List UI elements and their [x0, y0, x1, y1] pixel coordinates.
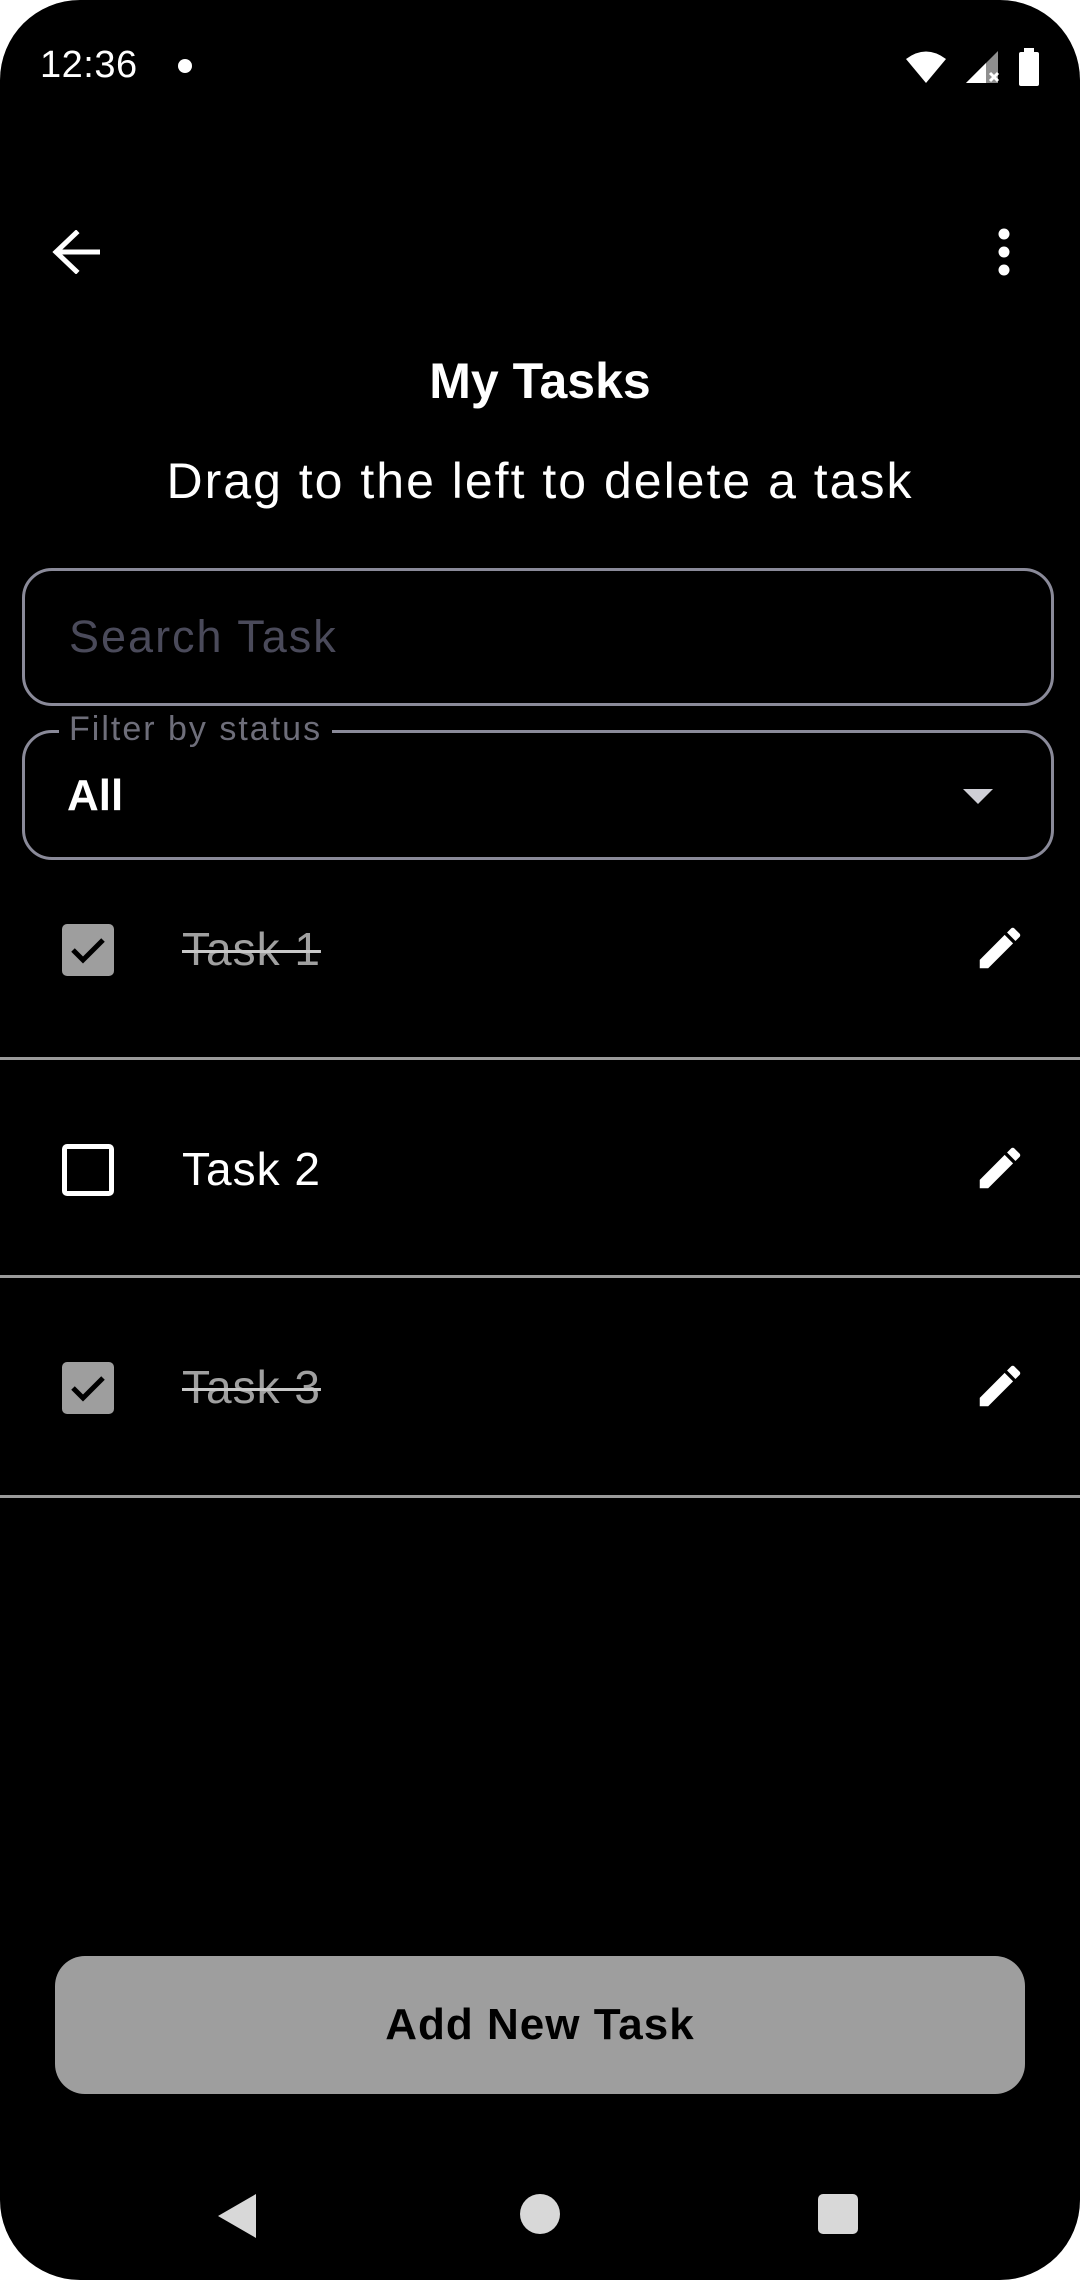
task-row[interactable]: Task 3 — [0, 1280, 1080, 1498]
more-vert-icon — [998, 228, 1010, 276]
battery-icon — [1019, 48, 1039, 86]
task-row[interactable]: Task 1 — [0, 842, 1080, 1060]
edit-task-button[interactable] — [964, 1350, 1036, 1422]
task-checkbox[interactable] — [62, 1362, 114, 1414]
task-label: Task 2 — [182, 1143, 321, 1195]
page-title: My Tasks — [429, 353, 651, 409]
search-input[interactable] — [67, 610, 1011, 664]
pencil-icon — [979, 1365, 1021, 1407]
system-nav-bar — [0, 2176, 1080, 2252]
nav-home-icon[interactable] — [520, 2194, 560, 2234]
status-filter-dropdown[interactable]: Filter by status All — [22, 709, 1054, 860]
dropdown-arrow-icon — [963, 789, 993, 804]
task-row[interactable]: Task 2 — [0, 1060, 1080, 1278]
check-icon — [71, 1376, 105, 1402]
filter-label: Filter by status — [59, 709, 333, 749]
status-icons — [904, 48, 1040, 86]
status-time: 12:36 — [40, 44, 138, 86]
edit-task-button[interactable] — [964, 1132, 1036, 1204]
status-bar: 12:36 — [0, 0, 1080, 136]
notification-dot-icon — [178, 59, 192, 73]
page-subtitle: Drag to the left to delete a task — [166, 453, 914, 509]
task-checkbox[interactable] — [62, 1144, 114, 1196]
check-icon — [71, 938, 105, 964]
wifi-icon — [906, 51, 946, 83]
back-button[interactable] — [40, 216, 112, 288]
add-new-task-button[interactable]: Add New Task — [55, 1956, 1025, 2094]
nav-back-icon[interactable] — [218, 2194, 256, 2238]
cellular-signal-icon — [966, 51, 1000, 83]
filter-selected-value: All — [67, 771, 124, 820]
task-label: Task 3 — [182, 1361, 321, 1413]
nav-recents-icon[interactable] — [818, 2194, 858, 2234]
edit-task-button[interactable] — [964, 912, 1036, 984]
task-checkbox[interactable] — [62, 924, 114, 976]
phone-screen: 12:36 My Tasks Drag to the left to delet… — [0, 0, 1080, 2280]
pencil-icon — [979, 927, 1021, 969]
pencil-icon — [979, 1147, 1021, 1189]
search-field[interactable] — [22, 568, 1054, 706]
app-bar — [0, 200, 1080, 300]
arrow-left-icon — [52, 230, 100, 274]
task-label: Task 1 — [182, 923, 321, 975]
more-options-button[interactable] — [968, 216, 1040, 288]
